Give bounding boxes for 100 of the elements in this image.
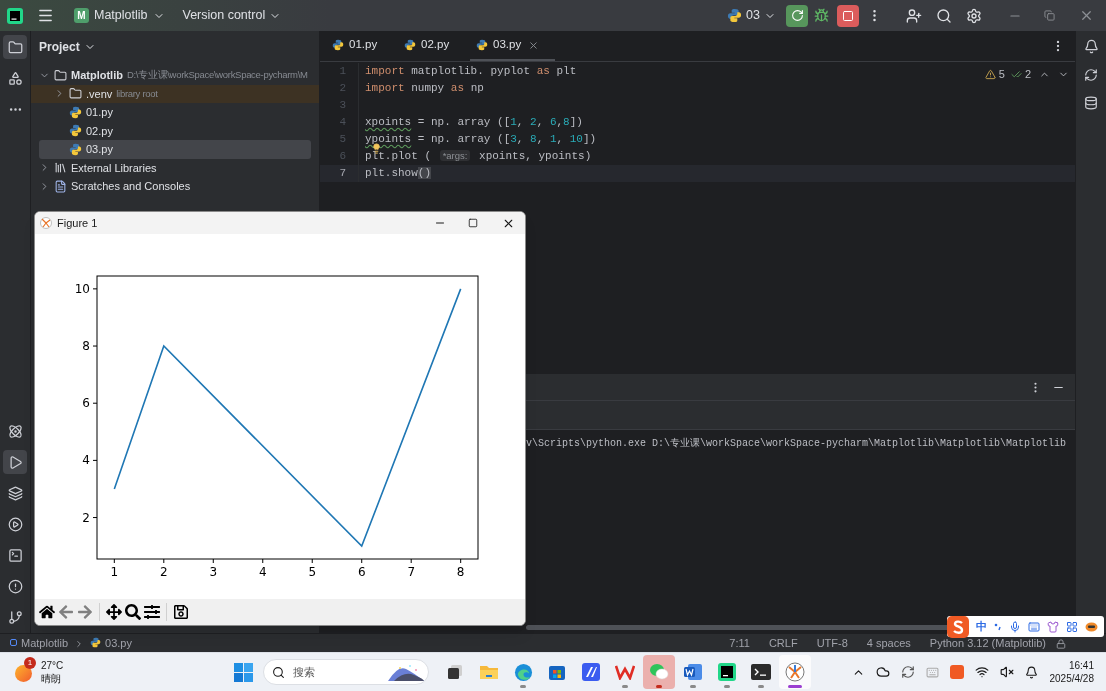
ime-tray-icon[interactable] [949,665,964,679]
status-item[interactable]: 4 spaces [866,634,911,651]
clock-date[interactable]: 2025/4/28 [1049,672,1094,685]
y-tick: 6 [82,396,98,411]
store-icon[interactable] [548,663,566,681]
clock-time[interactable]: 16:41 [1068,659,1094,672]
notifications-icon[interactable] [1083,39,1099,54]
keyboard-icon[interactable] [1028,620,1040,633]
tree-item[interactable]: Scratches and Consoles [31,177,319,196]
add-user-icon[interactable] [906,7,922,24]
x-tick: 2 [160,558,168,579]
office-suite-icon[interactable] [615,664,635,680]
project-view-title[interactable]: Project [39,31,96,62]
zoom-icon[interactable] [125,604,141,620]
input-indicator-icon[interactable] [925,665,939,679]
plot-window-icon[interactable] [785,662,805,682]
python-file-icon [332,39,344,51]
file-explorer-icon[interactable] [479,663,499,681]
word-processor-icon[interactable] [683,663,703,681]
editor-app-icon[interactable] [582,663,600,681]
tree-item[interactable]: Matplotlib D:\专业课\workSpace\workSpace-pycharm\M [31,66,319,85]
run-config-selector[interactable]: 03 [727,6,776,25]
run-icon[interactable] [3,450,27,474]
tree-item[interactable]: 03.py [39,140,311,159]
python-file-icon [69,142,82,156]
status-item[interactable]: Python 3.12 (Matplotlib) [929,634,1046,651]
inspection-widget[interactable]: 5 2 [984,66,1069,83]
running-indicator [758,685,764,688]
input-mode[interactable]: 中 [976,618,987,635]
skin-icon[interactable] [1047,620,1059,633]
mute-icon[interactable] [999,665,1014,679]
python-file-icon [727,8,743,23]
x-tick: 1 [110,558,119,579]
notification-badge: 1 [24,657,36,669]
warning-icon [984,68,996,80]
editor-tab[interactable]: 01.py [326,31,398,61]
configure-icon[interactable] [144,604,160,620]
mascot-icon[interactable] [1085,621,1098,632]
microphone-icon[interactable] [1009,620,1021,633]
x-tick: 8 [456,558,465,579]
python-file-icon [69,124,82,138]
python-file-icon [69,105,82,119]
running-indicator [622,685,628,688]
search-icon[interactable] [936,7,952,24]
terminal-app-icon[interactable] [751,664,771,680]
cloud-icon[interactable] [875,665,890,679]
stop-button[interactable] [837,4,859,27]
save-icon[interactable] [173,604,189,620]
app-logo-icon[interactable] [7,7,23,24]
x-tick-label: 5 [308,565,317,579]
weather-condition: 晴朗 [41,672,62,685]
status-item[interactable]: UTF-8 [816,634,848,651]
x-tick: 3 [209,558,218,579]
search-field[interactable]: 搜索 [263,659,429,685]
pan-icon[interactable] [106,604,122,620]
python-file-icon [90,637,102,649]
sync-icon[interactable] [900,665,915,679]
y-tick-label: 4 [82,453,90,468]
version-control-menu[interactable]: Version control [178,6,286,25]
maximize-icon[interactable] [468,218,478,228]
status-item[interactable]: CRLF [768,634,798,651]
y-tick: 4 [82,453,98,468]
tree-item[interactable]: 01.py [31,103,319,122]
editor-tab[interactable]: 03.py [470,31,555,61]
breadcrumb[interactable]: 03.py [90,634,132,651]
main-menu-icon[interactable] [37,7,54,24]
wifi-icon[interactable] [974,665,989,679]
notification-icon[interactable] [1024,665,1038,679]
start-icon[interactable] [234,662,253,682]
x-tick: 6 [357,558,366,579]
tree-item[interactable]: 02.py [31,121,319,140]
breadcrumb[interactable]: Matplotlib [10,634,69,651]
tree-item[interactable]: .venv library root [31,84,319,103]
database-icon[interactable] [1084,96,1098,110]
settings-icon[interactable] [966,7,982,24]
task-view-icon[interactable] [446,663,464,681]
punctuation-icon[interactable] [994,622,1002,631]
project-switcher[interactable]: M Matplotlib [70,6,169,25]
weather-icon[interactable] [15,665,32,682]
status-item[interactable]: 7:11 [729,634,750,651]
lock-icon[interactable] [1056,639,1066,649]
folder-icon[interactable] [3,35,27,59]
close-tab-icon[interactable] [528,39,540,51]
ide-icon[interactable] [718,663,736,681]
x-tick-label: 7 [407,565,416,579]
restore-icon[interactable] [1044,10,1055,21]
figure-app-icon [40,217,52,229]
x-tick-label: 6 [357,565,366,579]
stop-icon [842,9,854,22]
editor-tab[interactable]: 02.py [398,31,470,61]
home-icon[interactable] [39,604,55,620]
figure-title: Figure 1 [57,215,98,231]
debug-icon[interactable] [814,8,829,23]
y-tick: 10 [74,281,98,296]
tree-item[interactable]: External Libraries [31,158,319,177]
toolbox-icon[interactable] [1066,620,1078,633]
browser-icon[interactable] [513,662,533,682]
x-tick-label: 3 [209,565,218,579]
running-indicator [788,685,802,688]
rerun-button[interactable] [786,4,808,27]
